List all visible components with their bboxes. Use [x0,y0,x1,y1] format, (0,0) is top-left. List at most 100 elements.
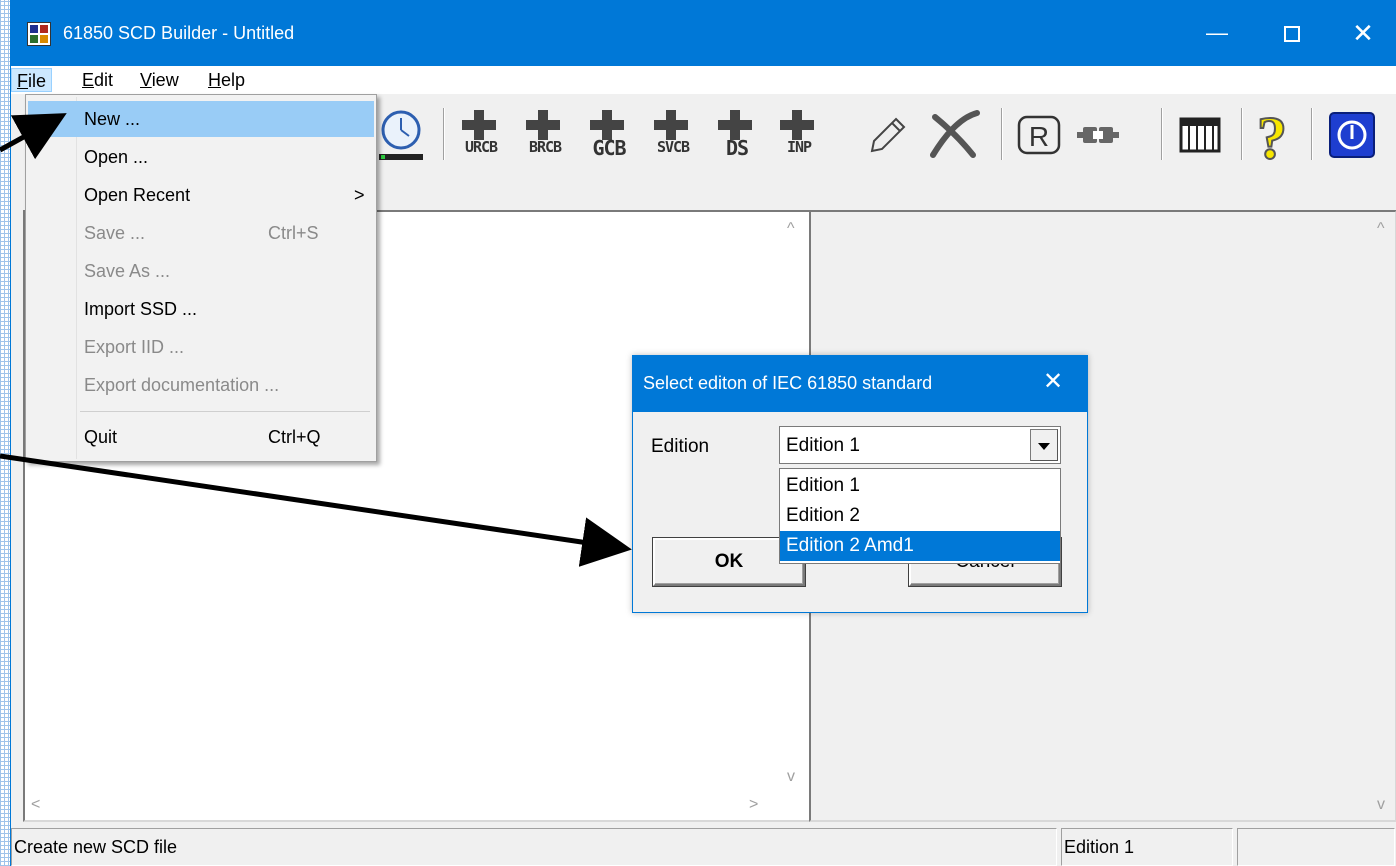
menu-edit-accel: E [82,70,95,90]
delete-x-icon [930,110,980,158]
menu-file-label: ile [28,71,47,91]
menu-edit-label: dit [94,70,114,90]
menu-view-label: iew [151,70,179,90]
pencil-icon [870,117,906,153]
add-inp-label: INP [786,138,812,156]
menu-item-label: Quit [84,427,118,447]
title-bar[interactable]: 61850 SCD Builder - Untitled — ✕ [11,0,1396,66]
add-urcb-label: URCB [464,138,498,156]
menu-bar: File Edit View Help [11,66,1396,94]
status-message: Create new SCD file [11,828,1057,866]
menu-help-label: elp [221,70,246,90]
clock-button[interactable] [373,106,429,164]
power-icon [1329,112,1375,158]
add-gcb-icon: GCB [586,108,630,162]
minimize-icon: — [1206,20,1228,45]
add-urcb-icon: URCB [458,108,502,162]
close-icon: ✕ [1352,18,1374,48]
clock-icon [379,110,423,160]
menu-item-label: Open ... [84,147,149,167]
registered-r-label: R [1029,121,1049,152]
menu-item-save-as[interactable]: Save As ... [28,253,374,289]
window-title: 61850 SCD Builder - Untitled [63,23,295,43]
menu-item-new[interactable]: New ... [28,101,374,137]
menu-file-accel: F [17,71,28,91]
add-ds-icon: DS [714,108,758,162]
table-icon [1179,117,1221,153]
menu-item-label: Save As ... [84,261,171,281]
add-gcb-button[interactable]: GCB [579,106,637,164]
menu-item-shortcut: Ctrl+S [268,223,319,243]
menu-view[interactable]: View [135,68,184,92]
menu-item-open-recent[interactable]: Open Recent > [28,177,374,213]
menu-item-save[interactable]: Save ... Ctrl+S [28,215,374,251]
add-svcb-label: SVCB [656,138,690,156]
menu-item-open[interactable]: Open ... [28,139,374,175]
menu-help[interactable]: Help [203,68,250,92]
combobox-dropdown-button[interactable] [1030,429,1058,461]
menu-item-shortcut: Ctrl+Q [268,427,321,447]
status-extra [1237,828,1395,866]
add-ds-label: DS [725,136,749,160]
connect-button[interactable] [1069,106,1127,164]
toolbar-separator [1311,108,1313,160]
minimize-button[interactable]: — [1181,0,1253,66]
menu-item-label: Export documentation ... [84,375,280,395]
edition-dropdown-list: Edition 1 Edition 2 Edition 2 Amd1 [779,468,1061,564]
scroll-right-icon[interactable]: > [749,796,758,814]
status-bar: Create new SCD file Edition 1 [11,828,1396,866]
submenu-arrow-icon: > [354,185,365,205]
add-urcb-button[interactable]: URCB [451,106,509,164]
add-inp-button[interactable]: INP [769,106,827,164]
menu-item-label: Save ... [84,223,146,243]
menu-item-export-iid[interactable]: Export IID ... [28,329,374,365]
toolbar-separator [1161,108,1163,160]
add-ds-button[interactable]: DS [707,106,765,164]
edition-option-2[interactable]: Edition 2 [780,501,1060,531]
menu-item-label: New ... [84,109,141,129]
menu-file[interactable]: File [11,68,53,92]
menu-item-label: Import SSD ... [84,299,198,319]
table-button[interactable] [1171,106,1229,164]
status-edition: Edition 1 [1061,828,1233,866]
add-svcb-button[interactable]: SVCB [643,106,701,164]
dialog-title: Select editon of IEC 61850 standard [643,373,933,393]
menu-separator [80,411,370,412]
power-button[interactable] [1323,106,1381,164]
edit-button[interactable] [863,106,913,164]
menu-item-import-ssd[interactable]: Import SSD ... [28,291,374,327]
menu-view-accel: V [140,70,152,90]
help-button[interactable]: ? [1243,106,1301,164]
scroll-down-icon[interactable]: v [787,768,795,786]
scroll-left-icon[interactable]: < [31,796,40,814]
add-inp-icon: INP [776,108,820,162]
menu-item-quit[interactable]: Quit Ctrl+Q [28,419,374,455]
dialog-title-bar[interactable]: Select editon of IEC 61850 standard ✕ [633,356,1087,412]
edition-option-2-amd1[interactable]: Edition 2 Amd1 [780,531,1060,561]
menu-item-export-documentation[interactable]: Export documentation ... [28,367,374,403]
app-logo-icon [27,22,51,46]
add-gcb-label: GCB [592,136,626,160]
scroll-up-icon[interactable]: ^ [1377,220,1385,238]
toolbar-separator [443,108,445,160]
menu-item-label: Open Recent [84,185,191,205]
delete-button[interactable] [923,106,987,164]
menu-edit[interactable]: Edit [77,68,118,92]
maximize-button[interactable] [1256,0,1328,66]
add-brcb-icon: BRCB [522,108,566,162]
registered-r-icon: R [1017,115,1061,155]
scroll-up-icon[interactable]: ^ [787,220,795,238]
edition-dialog: Select editon of IEC 61850 standard ✕ Ed… [632,355,1088,613]
add-svcb-icon: SVCB [650,108,694,162]
close-button[interactable]: ✕ [1327,0,1396,66]
menu-item-label: Export IID ... [84,337,185,357]
left-frame-pattern [0,0,10,866]
maximize-icon [1284,26,1300,43]
add-brcb-button[interactable]: BRCB [515,106,573,164]
edition-option-1[interactable]: Edition 1 [780,471,1060,501]
help-question-label: ? [1257,106,1287,164]
scroll-down-icon[interactable]: v [1377,796,1385,814]
edition-combobox[interactable]: Edition 1 [779,426,1061,464]
register-button[interactable]: R [1011,106,1067,164]
dialog-close-icon[interactable]: ✕ [1043,367,1063,396]
